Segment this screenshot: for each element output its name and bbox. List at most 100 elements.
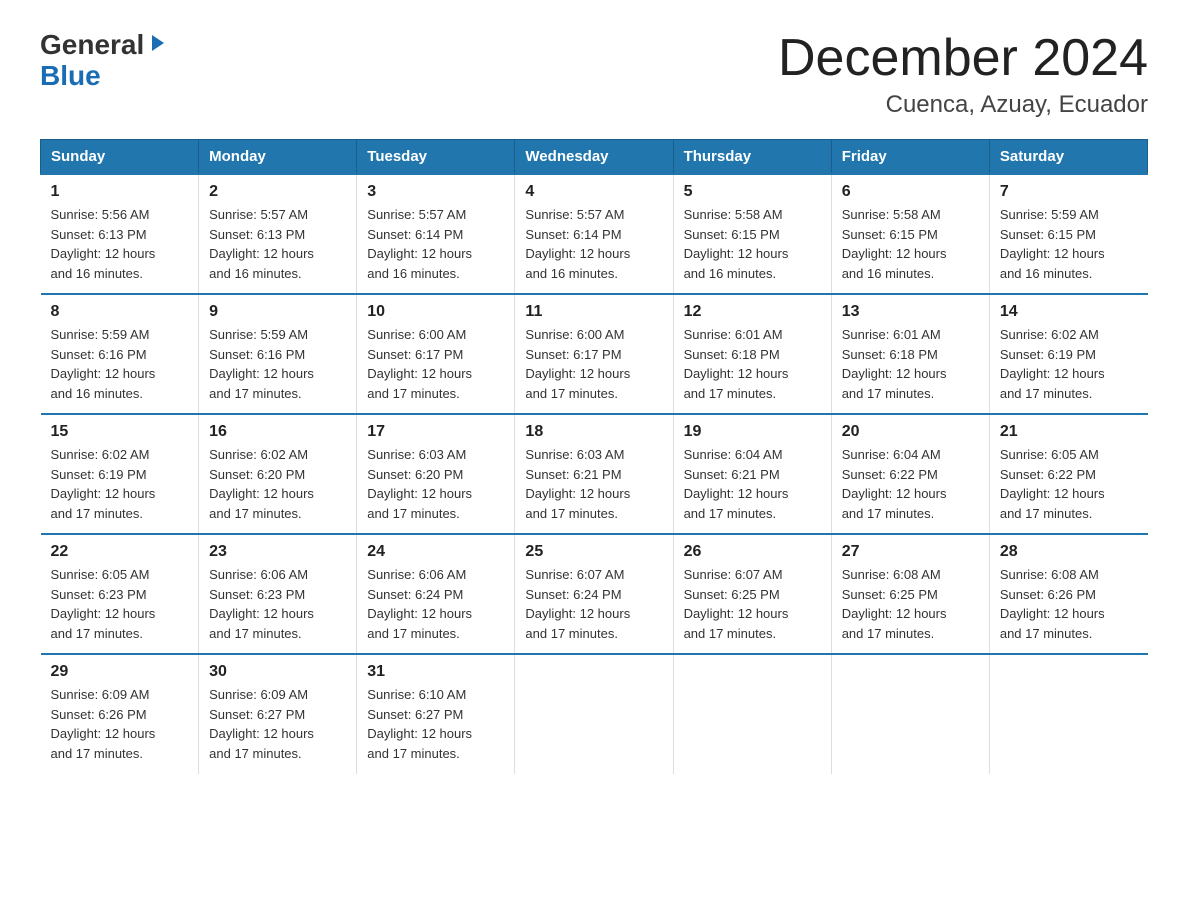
- day-number: 6: [842, 183, 979, 201]
- calendar-cell: 16 Sunrise: 6:02 AMSunset: 6:20 PMDayligh…: [199, 414, 357, 534]
- day-number: 24: [367, 543, 504, 561]
- calendar-cell: 25 Sunrise: 6:07 AMSunset: 6:24 PMDayligh…: [515, 534, 673, 654]
- day-info: Sunrise: 6:10 AMSunset: 6:27 PMDaylight:…: [367, 685, 504, 763]
- day-number: 4: [525, 183, 662, 201]
- calendar-week-row: 29 Sunrise: 6:09 AMSunset: 6:26 PMDayligh…: [41, 654, 1148, 774]
- day-number: 3: [367, 183, 504, 201]
- day-info: Sunrise: 6:02 AMSunset: 6:19 PMDaylight:…: [1000, 325, 1138, 403]
- day-info: Sunrise: 5:59 AMSunset: 6:16 PMDaylight:…: [51, 325, 189, 403]
- calendar-cell: 11 Sunrise: 6:00 AMSunset: 6:17 PMDayligh…: [515, 294, 673, 414]
- calendar-header-monday: Monday: [199, 140, 357, 175]
- page-subtitle: Cuenca, Azuay, Ecuador: [778, 91, 1148, 119]
- day-number: 7: [1000, 183, 1138, 201]
- day-number: 15: [51, 423, 189, 441]
- day-number: 13: [842, 303, 979, 321]
- calendar-cell: 15 Sunrise: 6:02 AMSunset: 6:19 PMDayligh…: [41, 414, 199, 534]
- calendar-cell: 8 Sunrise: 5:59 AMSunset: 6:16 PMDaylight…: [41, 294, 199, 414]
- calendar-header-sunday: Sunday: [41, 140, 199, 175]
- day-info: Sunrise: 5:58 AMSunset: 6:15 PMDaylight:…: [842, 205, 979, 283]
- logo: General Blue: [40, 30, 166, 92]
- day-number: 19: [684, 423, 821, 441]
- day-info: Sunrise: 5:57 AMSunset: 6:14 PMDaylight:…: [367, 205, 504, 283]
- calendar-cell: [673, 654, 831, 774]
- calendar-cell: 13 Sunrise: 6:01 AMSunset: 6:18 PMDayligh…: [831, 294, 989, 414]
- day-number: 9: [209, 303, 346, 321]
- day-number: 28: [1000, 543, 1138, 561]
- calendar-cell: 31Sunrise: 6:10 AMSunset: 6:27 PMDayligh…: [357, 654, 515, 774]
- calendar-cell: 7 Sunrise: 5:59 AMSunset: 6:15 PMDaylight…: [989, 174, 1147, 294]
- day-info: Sunrise: 6:05 AMSunset: 6:22 PMDaylight:…: [1000, 445, 1138, 523]
- day-number: 27: [842, 543, 979, 561]
- calendar-cell: 4 Sunrise: 5:57 AMSunset: 6:14 PMDaylight…: [515, 174, 673, 294]
- day-info: Sunrise: 5:56 AMSunset: 6:13 PMDaylight:…: [51, 205, 189, 283]
- day-number: 30: [209, 663, 346, 681]
- day-info: Sunrise: 6:08 AMSunset: 6:25 PMDaylight:…: [842, 565, 979, 643]
- day-info: Sunrise: 6:03 AMSunset: 6:21 PMDaylight:…: [525, 445, 662, 523]
- day-info: Sunrise: 5:59 AMSunset: 6:16 PMDaylight:…: [209, 325, 346, 403]
- logo-general-text: General: [40, 30, 144, 61]
- day-info: Sunrise: 6:06 AMSunset: 6:24 PMDaylight:…: [367, 565, 504, 643]
- calendar-header-friday: Friday: [831, 140, 989, 175]
- calendar-cell: 18Sunrise: 6:03 AMSunset: 6:21 PMDayligh…: [515, 414, 673, 534]
- calendar-cell: 23 Sunrise: 6:06 AMSunset: 6:23 PMDayligh…: [199, 534, 357, 654]
- day-number: 21: [1000, 423, 1138, 441]
- calendar-cell: 22Sunrise: 6:05 AMSunset: 6:23 PMDayligh…: [41, 534, 199, 654]
- day-number: 5: [684, 183, 821, 201]
- calendar-cell: 28 Sunrise: 6:08 AMSunset: 6:26 PMDayligh…: [989, 534, 1147, 654]
- calendar-cell: 3 Sunrise: 5:57 AMSunset: 6:14 PMDaylight…: [357, 174, 515, 294]
- day-info: Sunrise: 5:58 AMSunset: 6:15 PMDaylight:…: [684, 205, 821, 283]
- day-number: 12: [684, 303, 821, 321]
- calendar-table: SundayMondayTuesdayWednesdayThursdayFrid…: [40, 139, 1148, 774]
- calendar-header-thursday: Thursday: [673, 140, 831, 175]
- day-number: 8: [51, 303, 189, 321]
- day-number: 11: [525, 303, 662, 321]
- day-number: 16: [209, 423, 346, 441]
- logo-triangle-icon: [146, 33, 166, 53]
- day-number: 20: [842, 423, 979, 441]
- day-info: Sunrise: 5:57 AMSunset: 6:13 PMDaylight:…: [209, 205, 346, 283]
- calendar-header-row: SundayMondayTuesdayWednesdayThursdayFrid…: [41, 140, 1148, 175]
- day-info: Sunrise: 6:09 AMSunset: 6:27 PMDaylight:…: [209, 685, 346, 763]
- calendar-cell: 1Sunrise: 5:56 AMSunset: 6:13 PMDaylight…: [41, 174, 199, 294]
- day-info: Sunrise: 6:09 AMSunset: 6:26 PMDaylight:…: [51, 685, 189, 763]
- calendar-cell: [989, 654, 1147, 774]
- calendar-cell: 14Sunrise: 6:02 AMSunset: 6:19 PMDayligh…: [989, 294, 1147, 414]
- calendar-header-saturday: Saturday: [989, 140, 1147, 175]
- logo-blue-text: Blue: [40, 60, 101, 91]
- calendar-cell: 6 Sunrise: 5:58 AMSunset: 6:15 PMDaylight…: [831, 174, 989, 294]
- calendar-cell: 30 Sunrise: 6:09 AMSunset: 6:27 PMDayligh…: [199, 654, 357, 774]
- day-info: Sunrise: 6:00 AMSunset: 6:17 PMDaylight:…: [525, 325, 662, 403]
- calendar-cell: 21 Sunrise: 6:05 AMSunset: 6:22 PMDayligh…: [989, 414, 1147, 534]
- day-info: Sunrise: 6:02 AMSunset: 6:19 PMDaylight:…: [51, 445, 189, 523]
- day-number: 10: [367, 303, 504, 321]
- day-number: 26: [684, 543, 821, 561]
- day-info: Sunrise: 6:06 AMSunset: 6:23 PMDaylight:…: [209, 565, 346, 643]
- day-info: Sunrise: 6:00 AMSunset: 6:17 PMDaylight:…: [367, 325, 504, 403]
- calendar-cell: 5 Sunrise: 5:58 AMSunset: 6:15 PMDaylight…: [673, 174, 831, 294]
- calendar-cell: 9 Sunrise: 5:59 AMSunset: 6:16 PMDaylight…: [199, 294, 357, 414]
- calendar-cell: 27 Sunrise: 6:08 AMSunset: 6:25 PMDayligh…: [831, 534, 989, 654]
- day-info: Sunrise: 6:04 AMSunset: 6:21 PMDaylight:…: [684, 445, 821, 523]
- day-info: Sunrise: 6:03 AMSunset: 6:20 PMDaylight:…: [367, 445, 504, 523]
- calendar-week-row: 15 Sunrise: 6:02 AMSunset: 6:19 PMDayligh…: [41, 414, 1148, 534]
- calendar-cell: 29 Sunrise: 6:09 AMSunset: 6:26 PMDayligh…: [41, 654, 199, 774]
- calendar-cell: 10 Sunrise: 6:00 AMSunset: 6:17 PMDayligh…: [357, 294, 515, 414]
- calendar-cell: [515, 654, 673, 774]
- day-info: Sunrise: 6:08 AMSunset: 6:26 PMDaylight:…: [1000, 565, 1138, 643]
- calendar-header-wednesday: Wednesday: [515, 140, 673, 175]
- day-number: 25: [525, 543, 662, 561]
- day-info: Sunrise: 5:57 AMSunset: 6:14 PMDaylight:…: [525, 205, 662, 283]
- calendar-cell: 2Sunrise: 5:57 AMSunset: 6:13 PMDaylight…: [199, 174, 357, 294]
- day-info: Sunrise: 5:59 AMSunset: 6:15 PMDaylight:…: [1000, 205, 1138, 283]
- day-info: Sunrise: 6:04 AMSunset: 6:22 PMDaylight:…: [842, 445, 979, 523]
- day-info: Sunrise: 6:01 AMSunset: 6:18 PMDaylight:…: [842, 325, 979, 403]
- calendar-cell: 24 Sunrise: 6:06 AMSunset: 6:24 PMDayligh…: [357, 534, 515, 654]
- day-info: Sunrise: 6:07 AMSunset: 6:24 PMDaylight:…: [525, 565, 662, 643]
- calendar-cell: 20 Sunrise: 6:04 AMSunset: 6:22 PMDayligh…: [831, 414, 989, 534]
- day-number: 23: [209, 543, 346, 561]
- calendar-header-tuesday: Tuesday: [357, 140, 515, 175]
- calendar-cell: 26Sunrise: 6:07 AMSunset: 6:25 PMDayligh…: [673, 534, 831, 654]
- day-info: Sunrise: 6:02 AMSunset: 6:20 PMDaylight:…: [209, 445, 346, 523]
- page-header: General Blue December 2024 Cuenca, Azuay…: [40, 30, 1148, 119]
- day-number: 29: [51, 663, 189, 681]
